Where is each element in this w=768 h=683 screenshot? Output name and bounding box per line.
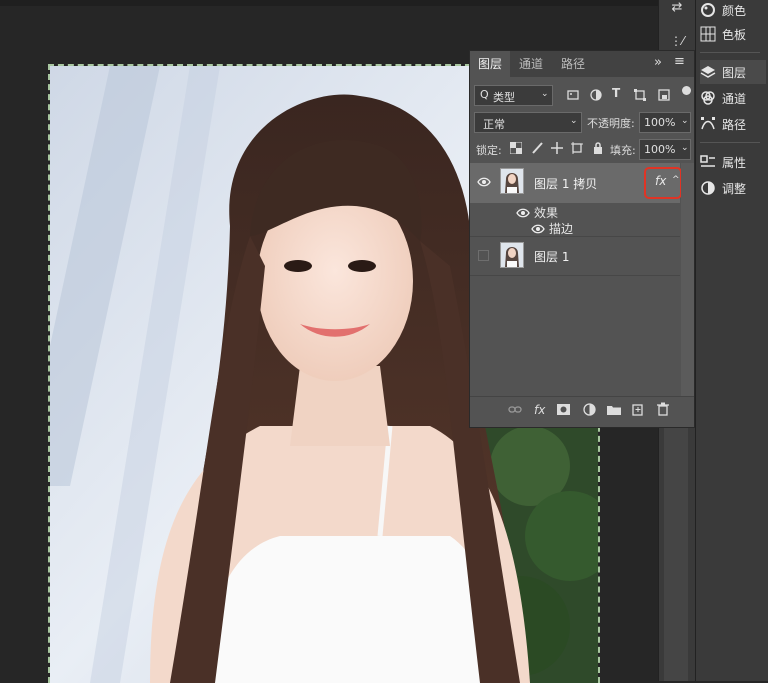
- dock-item-channels[interactable]: 通道: [700, 86, 766, 110]
- lock-position-icon[interactable]: [551, 142, 563, 154]
- trash-icon[interactable]: [657, 402, 669, 416]
- tab-channels[interactable]: 通道: [510, 51, 552, 77]
- layer-row-original[interactable]: 图层 1: [470, 237, 680, 276]
- new-adjustment-layer-icon[interactable]: [583, 403, 596, 416]
- dock-item-paths[interactable]: 路径: [700, 112, 766, 136]
- dock-item-label: 路径: [722, 117, 747, 132]
- stroke-eye-icon[interactable]: [531, 224, 545, 234]
- dock-item-label: 调整: [722, 181, 747, 196]
- fill-value: 100%: [644, 143, 676, 156]
- layer-thumbnail: [500, 242, 524, 268]
- lock-all-icon[interactable]: [592, 142, 604, 154]
- search-icon: Q: [480, 88, 489, 101]
- add-mask-icon[interactable]: [557, 404, 570, 415]
- layer-thumbnail: [500, 168, 524, 194]
- lock-artboard-icon[interactable]: [571, 142, 583, 154]
- dock-item-properties[interactable]: 属性: [700, 150, 766, 174]
- stroke-effect-label[interactable]: 描边: [549, 220, 573, 237]
- dock-item-label: 属性: [722, 155, 747, 170]
- dock-item-label: 通道: [722, 91, 747, 106]
- layer-filter-dropdown[interactable]: Q 类型 ⌄: [474, 85, 553, 106]
- filter-toggle-icon[interactable]: [682, 86, 691, 95]
- filter-adjustment-icon[interactable]: [590, 89, 602, 101]
- strip-panel-well: [664, 420, 688, 681]
- opacity-field[interactable]: 100% ⌄: [639, 112, 691, 133]
- filter-pixel-icon[interactable]: [567, 89, 579, 101]
- layer-effects-group: 效果 描边: [470, 203, 680, 237]
- dock-item-label: 图层: [722, 65, 747, 80]
- adjustments-icon: [701, 181, 715, 195]
- dock-separator: [700, 52, 760, 53]
- swatches-grid-icon: [700, 26, 716, 42]
- palette-icon: [701, 3, 715, 17]
- visibility-toggle-off[interactable]: [478, 250, 489, 261]
- dock-item-swatches[interactable]: 色板: [700, 22, 766, 46]
- opacity-value: 100%: [644, 116, 676, 129]
- layers-icon: [700, 66, 716, 78]
- filter-smart-object-icon[interactable]: [658, 89, 670, 101]
- new-group-icon[interactable]: [607, 404, 621, 415]
- dock-item-layers[interactable]: 图层: [700, 60, 766, 84]
- tab-paths[interactable]: 路径: [552, 51, 594, 77]
- chevron-down-icon: ⌄: [570, 116, 578, 126]
- layers-scrollbar[interactable]: [681, 163, 694, 396]
- dock-item-label: 色板: [722, 27, 747, 42]
- options-bar-edge: [0, 0, 658, 6]
- panel-menu-icon[interactable]: ≡: [674, 54, 685, 69]
- portrait-thumbnail: [501, 243, 523, 267]
- lock-label: 锁定:: [476, 144, 502, 157]
- tab-layers[interactable]: 图层: [470, 51, 510, 77]
- lock-image-pixels-icon[interactable]: [531, 142, 543, 154]
- effects-eye-icon[interactable]: [516, 208, 530, 218]
- dock-item-color[interactable]: 颜色: [700, 0, 766, 22]
- paths-icon: [701, 117, 715, 130]
- dock-separator: [700, 142, 760, 143]
- chevron-down-icon: ⌄: [541, 89, 549, 99]
- fx-highlight-annotation: [644, 167, 682, 199]
- history-icon[interactable]: ⇄: [666, 0, 688, 18]
- new-layer-icon[interactable]: [632, 403, 644, 416]
- layer-name[interactable]: 图层 1: [534, 248, 569, 265]
- fill-field[interactable]: 100% ⌄: [639, 139, 691, 160]
- opacity-label: 不透明度:: [587, 117, 635, 130]
- link-layers-icon[interactable]: [508, 404, 522, 416]
- chevron-down-icon: ⌄: [681, 116, 689, 126]
- layer-filter-label: 类型: [493, 91, 515, 104]
- blend-mode-dropdown[interactable]: 正常 ⌄: [474, 112, 582, 133]
- add-layer-style-icon[interactable]: fx: [534, 403, 545, 417]
- fill-label: 填充:: [610, 144, 636, 157]
- dock-item-adjustments[interactable]: 调整: [700, 176, 766, 200]
- filter-shape-icon[interactable]: [634, 89, 646, 101]
- dock-item-label: 颜色: [722, 3, 747, 18]
- channels-icon: [701, 91, 715, 105]
- portrait-thumbnail: [501, 169, 523, 193]
- lock-transparent-pixels-icon[interactable]: [510, 142, 522, 154]
- layer-name[interactable]: 图层 1 拷贝: [534, 175, 597, 192]
- visibility-eye-icon[interactable]: [477, 177, 491, 187]
- chevron-down-icon: ⌄: [681, 143, 689, 153]
- filter-type-icon[interactable]: T: [612, 86, 620, 100]
- effects-label[interactable]: 效果: [534, 204, 558, 221]
- properties-icon: [700, 155, 715, 167]
- collapse-panel-icon[interactable]: »: [654, 55, 662, 70]
- blend-mode-value: 正常: [483, 118, 505, 131]
